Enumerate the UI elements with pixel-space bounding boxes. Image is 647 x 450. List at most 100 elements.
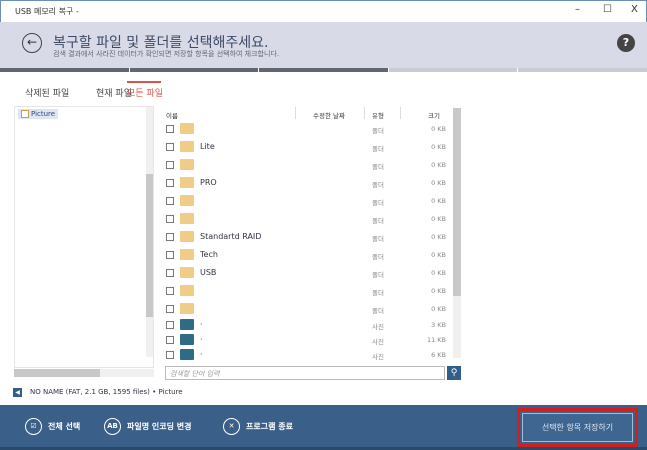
encoding-icon: AB — [104, 418, 121, 435]
row-checkbox[interactable] — [166, 351, 174, 359]
column-header-modified[interactable]: 수정한 날짜 — [313, 110, 345, 120]
status-path: ◀ NO NAME (FAT, 2.1 GB, 1595 files) • Pic… — [13, 388, 183, 397]
folder-icon — [180, 195, 194, 206]
back-arrow-icon[interactable]: ◀ — [13, 388, 22, 397]
file-name: · — [200, 335, 203, 344]
file-size: 0 KB — [431, 305, 446, 313]
exit-button[interactable]: ✕ 프로그램 종료 — [223, 418, 293, 435]
table-row[interactable]: USB 폴더 0 KB — [160, 265, 450, 281]
file-size: 6 KB — [431, 351, 446, 359]
file-type: 폴더 — [372, 163, 384, 171]
file-name: · — [200, 350, 203, 359]
file-name: USB — [200, 268, 217, 277]
column-header-type[interactable]: 유형 — [372, 110, 384, 120]
table-row[interactable]: · 사진 6 KB — [160, 347, 450, 363]
table-row[interactable]: 폴더 0 KB — [160, 283, 450, 299]
file-size: 0 KB — [431, 179, 446, 187]
row-checkbox[interactable] — [166, 233, 174, 241]
row-checkbox[interactable] — [166, 305, 174, 313]
row-checkbox[interactable] — [166, 179, 174, 187]
folder-icon — [180, 285, 194, 296]
help-button[interactable]: ? — [617, 34, 635, 52]
tree-item-picture[interactable]: Picture — [18, 109, 59, 119]
file-name: PRO — [200, 178, 217, 187]
file-type: 사진 — [372, 323, 384, 331]
drive-info: NO NAME (FAT, 2.1 GB, 1595 files) — [30, 388, 150, 396]
file-name: Tech — [200, 250, 218, 259]
file-size: 0 KB — [431, 251, 446, 259]
file-type: 폴더 — [372, 289, 384, 297]
encoding-button[interactable]: AB 파일명 인코딩 변경 — [104, 418, 191, 435]
table-row[interactable]: PRO 폴더 0 KB — [160, 175, 450, 191]
file-type: 폴더 — [372, 199, 384, 207]
file-size: 0 KB — [431, 287, 446, 295]
row-checkbox[interactable] — [166, 215, 174, 223]
tree-vertical-scrollbar[interactable] — [146, 107, 153, 357]
file-type: 사진 — [372, 353, 384, 361]
table-row[interactable]: 폴더 0 KB — [160, 157, 450, 173]
folder-icon — [180, 141, 194, 152]
file-name: · — [200, 320, 203, 329]
page-subtitle: 검색 결과에서 사라진 데이터가 확인되면 저장할 항목을 선택하여 체크합니다… — [53, 50, 280, 58]
row-checkbox[interactable] — [166, 143, 174, 151]
file-type: 폴더 — [372, 271, 384, 279]
image-icon — [180, 349, 194, 360]
file-type: 폴더 — [372, 127, 384, 135]
image-icon — [180, 334, 194, 345]
back-button[interactable]: ← — [22, 33, 42, 53]
file-type: 폴더 — [372, 181, 384, 189]
table-row[interactable]: · 사진 11 KB — [160, 332, 450, 348]
column-header-name[interactable]: 이름 — [166, 110, 178, 120]
table-row[interactable]: 폴더 0 KB — [160, 211, 450, 227]
encoding-label: 파일명 인코딩 변경 — [127, 422, 192, 431]
title-bar: USB 메모리 복구 - – ☐ X — [0, 0, 647, 22]
list-vertical-scrollbar[interactable] — [453, 108, 461, 358]
file-size: 0 KB — [431, 215, 446, 223]
table-row[interactable]: 폴더 0 KB — [160, 193, 450, 209]
row-checkbox[interactable] — [166, 161, 174, 169]
table-row[interactable]: 폴더 0 KB — [160, 121, 450, 137]
select-all-button[interactable]: ☑ 전체 선택 — [25, 418, 80, 435]
close-icon: ✕ — [223, 418, 240, 435]
row-checkbox[interactable] — [166, 251, 174, 259]
table-row[interactable]: · 사진 3 KB — [160, 317, 450, 333]
search-icon[interactable]: ⚲ — [447, 366, 461, 380]
file-type: 폴더 — [372, 235, 384, 243]
row-checkbox[interactable] — [166, 197, 174, 205]
row-checkbox[interactable] — [166, 269, 174, 277]
minimize-button[interactable]: – — [575, 4, 580, 15]
file-size: 0 KB — [431, 161, 446, 169]
file-size: 0 KB — [431, 197, 446, 205]
tab-all-files[interactable]: 모든 파일 — [127, 86, 163, 99]
image-icon — [180, 319, 194, 330]
row-checkbox[interactable] — [166, 321, 174, 329]
row-checkbox[interactable] — [166, 336, 174, 344]
tree-horizontal-scrollbar[interactable] — [14, 369, 154, 377]
folder-icon — [180, 177, 194, 188]
save-selected-button[interactable]: 선택한 항목 저장하기 — [522, 413, 633, 442]
select-all-icon: ☑ — [25, 418, 42, 435]
folder-checkbox[interactable] — [21, 110, 29, 118]
folder-tree — [14, 106, 154, 368]
window-title: USB 메모리 복구 - — [15, 7, 79, 16]
table-row[interactable]: Standartd RAID 폴더 0 KB — [160, 229, 450, 245]
table-row[interactable]: Tech 폴더 0 KB — [160, 247, 450, 263]
row-checkbox[interactable] — [166, 287, 174, 295]
folder-icon — [180, 267, 194, 278]
search-input[interactable]: 검색할 단어 입력 — [165, 366, 445, 380]
maximize-button[interactable]: ☐ — [603, 4, 612, 15]
file-size: 0 KB — [431, 269, 446, 277]
table-row[interactable]: 폴더 0 KB — [160, 301, 450, 317]
folder-icon — [180, 123, 194, 134]
row-checkbox[interactable] — [166, 125, 174, 133]
file-size: 0 KB — [431, 233, 446, 241]
column-header-size[interactable]: 크기 — [428, 110, 440, 120]
tab-deleted-files[interactable]: 삭제된 파일 — [25, 86, 69, 99]
file-size: 3 KB — [431, 321, 446, 329]
table-row[interactable]: Lite 폴더 0 KB — [160, 139, 450, 155]
tree-item-label: Picture — [31, 110, 56, 118]
select-all-label: 전체 선택 — [48, 422, 81, 431]
path-separator: • — [152, 388, 157, 396]
close-button[interactable]: X — [631, 4, 638, 15]
file-type: 폴더 — [372, 145, 384, 153]
